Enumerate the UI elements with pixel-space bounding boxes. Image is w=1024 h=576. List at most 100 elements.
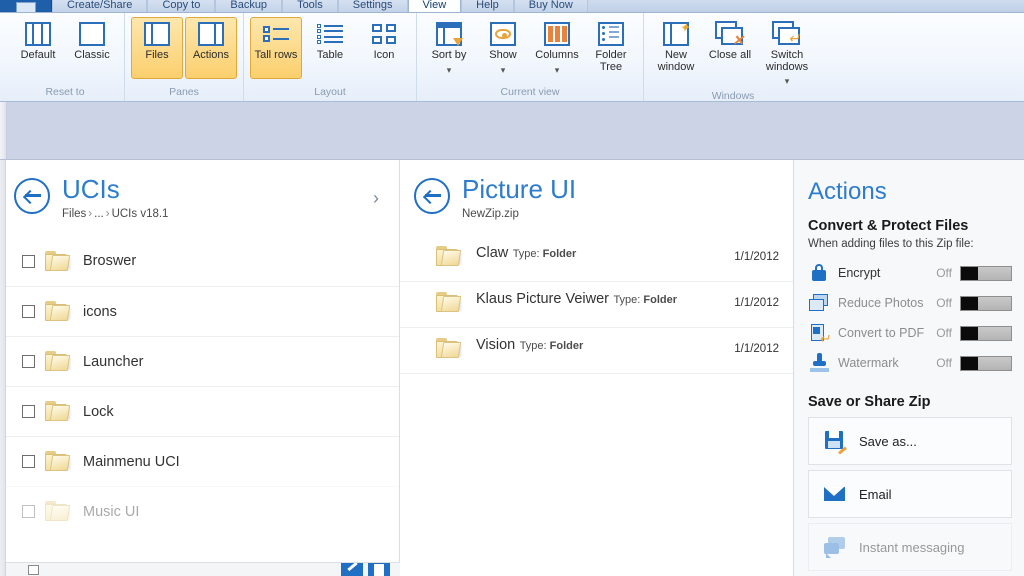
ribbon-button-label: Close all <box>708 49 752 61</box>
ribbon: Default Classic Reset to Files Actions P… <box>0 13 1024 102</box>
chevron-down-icon: ▾ <box>500 64 506 75</box>
folder-icon <box>45 300 73 323</box>
ribbon-button-label: Files <box>145 49 169 61</box>
folder-icon <box>45 450 73 473</box>
entry-name: Vision <box>476 337 516 353</box>
ribbon-button-switch-windows[interactable]: ↵ Switch windows ▾ <box>758 17 816 90</box>
folder-icon <box>45 500 73 523</box>
breadcrumb-separator: › <box>105 208 110 220</box>
tab-create-share[interactable]: Create/Share <box>52 0 148 12</box>
actions-title: Actions <box>808 178 887 205</box>
ribbon-button-label: Columns <box>535 49 579 61</box>
ribbon-button-sort-by[interactable]: Sort by ▾ <box>423 17 475 79</box>
ribbon-button-label: New window <box>657 49 695 73</box>
ribbon-button-columns[interactable]: Columns ▾ <box>531 17 583 79</box>
new-file-action-button[interactable] <box>368 563 390 576</box>
file-name: Mainmenu UCI <box>83 453 180 470</box>
table-icon <box>315 21 345 47</box>
table-row[interactable]: Klaus Picture Veiwer Type: Folder 1/1/20… <box>400 282 793 328</box>
winzip-window: Create/Share Copy to Backup Tools Settin… <box>0 0 1024 576</box>
chevron-down-icon: ▾ <box>554 64 560 75</box>
ribbon-button-icon-view[interactable]: Icon <box>358 17 410 79</box>
action-row-encrypt[interactable]: Encrypt Off <box>794 258 1024 288</box>
stamp-icon <box>808 352 830 374</box>
table-row[interactable]: Claw Type: Folder 1/1/2012 <box>400 236 793 282</box>
ribbon-group-layout: Tall rows Table Icon Layout <box>244 13 417 101</box>
pane-left-icon <box>142 21 172 47</box>
tab-tools[interactable]: Tools <box>282 0 338 12</box>
ribbon-button-close-all[interactable]: ✕ Close all <box>704 17 756 79</box>
action-state: Off <box>936 326 952 340</box>
convert-to-pdf-toggle[interactable] <box>960 325 1012 341</box>
list-item[interactable]: Broswer <box>0 236 399 286</box>
breadcrumb-ellipsis[interactable]: ... <box>94 208 104 220</box>
tab-buy-now[interactable]: Buy Now <box>513 0 588 12</box>
instant-messaging-button[interactable]: Instant messaging <box>808 523 1012 571</box>
entry-date: 1/1/2012 <box>734 297 779 309</box>
action-row-convert-to-pdf[interactable]: ↵ Convert to PDF Off <box>794 318 1024 348</box>
ribbon-button-show[interactable]: Show ▾ <box>477 17 529 79</box>
entry-date: 1/1/2012 <box>734 251 779 263</box>
list-item[interactable]: Lock <box>0 386 399 436</box>
panels-container: UCIs Files ›... › UCIs v18.1 › Broswer icon… <box>0 160 1024 576</box>
ribbon-button-new-window[interactable]: ✦ New window <box>650 17 702 79</box>
breadcrumb-root[interactable]: Files <box>62 208 86 220</box>
folder-icon <box>45 350 73 373</box>
ribbon-button-classic[interactable]: Classic <box>66 17 118 79</box>
row-checkbox[interactable] <box>22 505 35 518</box>
tab-help[interactable]: Help <box>461 0 514 12</box>
save-disk-icon <box>823 430 847 455</box>
list-item[interactable]: Music UI <box>0 486 399 536</box>
watermark-toggle[interactable] <box>960 355 1012 371</box>
page-title: UCIs <box>62 174 120 204</box>
ribbon-button-tall-rows[interactable]: Tall rows <box>250 17 302 79</box>
table-row[interactable]: Vision Type: Folder 1/1/2012 <box>400 328 793 374</box>
ribbon-button-default[interactable]: Default <box>12 17 64 79</box>
list-item[interactable]: Launcher <box>0 336 399 386</box>
ribbon-button-folder-tree[interactable]: Folder Tree <box>585 17 637 79</box>
breadcrumb-current: UCIs v18.1 <box>111 208 169 220</box>
tab-backup[interactable]: Backup <box>215 0 283 12</box>
pdf-icon: ↵ <box>808 322 830 345</box>
ribbon-button-label: Classic <box>74 49 110 61</box>
reduce-photos-toggle[interactable] <box>960 295 1012 311</box>
panes-one-icon <box>77 21 107 47</box>
back-arrow-icon[interactable] <box>414 178 450 214</box>
convert-protect-subheading: When adding files to this Zip file: <box>808 238 974 250</box>
action-row-watermark[interactable]: Watermark Off <box>794 348 1024 378</box>
encrypt-toggle[interactable] <box>960 265 1012 281</box>
tab-view[interactable]: View <box>407 0 462 12</box>
zip-pane: Picture UI NewZip.zip Claw Type: Folder … <box>400 160 1024 576</box>
edit-action-button[interactable] <box>341 563 363 576</box>
back-arrow-icon[interactable] <box>14 178 50 214</box>
row-checkbox[interactable] <box>22 305 35 318</box>
email-label: Email <box>859 486 892 502</box>
application-menu-button[interactable] <box>0 0 52 12</box>
action-state: Off <box>936 266 952 280</box>
row-checkbox[interactable] <box>22 355 35 368</box>
chevron-right-icon[interactable]: › <box>373 188 379 209</box>
entry-type: Type: Folder <box>512 248 577 260</box>
view-mode-icon[interactable] <box>28 564 39 575</box>
file-name: Lock <box>83 403 114 420</box>
ribbon-button-actions[interactable]: Actions <box>185 17 237 79</box>
entry-name: Claw <box>476 245 509 261</box>
action-row-reduce-photos[interactable]: Reduce Photos Off <box>794 288 1024 318</box>
list-item[interactable]: Mainmenu UCI <box>0 436 399 486</box>
files-status-actions <box>341 563 390 576</box>
ribbon-button-table[interactable]: Table <box>304 17 356 79</box>
tab-settings[interactable]: Settings <box>337 0 408 12</box>
tab-copy-to[interactable]: Copy to <box>147 0 216 12</box>
row-checkbox[interactable] <box>22 254 35 268</box>
breadcrumb: Files ›... › UCIs v18.1 <box>62 208 383 220</box>
action-state: Off <box>936 296 952 310</box>
ribbon-button-files[interactable]: Files <box>131 17 183 79</box>
row-checkbox[interactable] <box>22 455 35 468</box>
email-button[interactable]: Email <box>808 470 1012 518</box>
row-checkbox[interactable] <box>22 405 35 418</box>
entry-name: Klaus Picture Veiwer <box>476 291 609 307</box>
save-as-label: Save as... <box>859 433 917 449</box>
file-name: Music UI <box>83 503 140 520</box>
list-item[interactable]: icons <box>0 286 399 336</box>
save-as-button[interactable]: Save as... <box>808 417 1012 465</box>
